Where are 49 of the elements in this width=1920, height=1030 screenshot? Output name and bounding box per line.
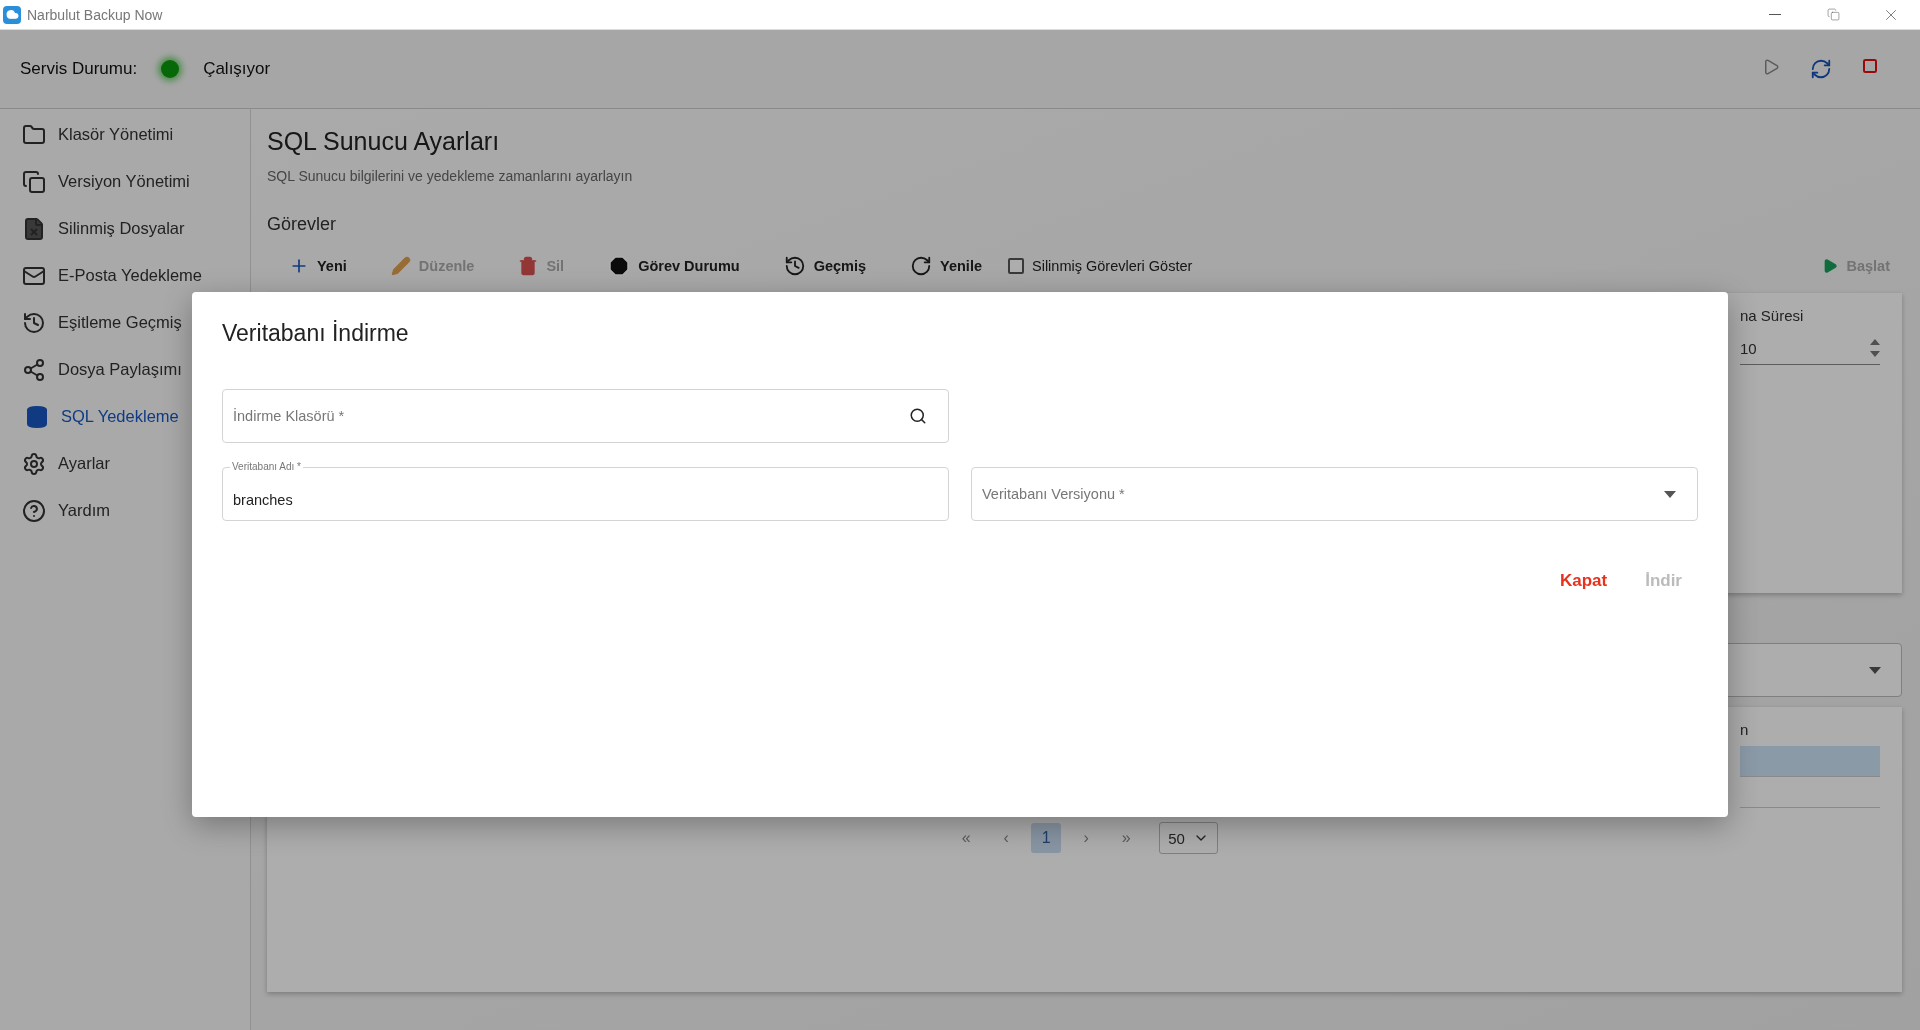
alert-icon <box>608 255 631 277</box>
column-header: n <box>1740 720 1750 740</box>
copy-icon <box>22 169 46 194</box>
table-row[interactable] <box>1740 746 1880 777</box>
help-icon <box>22 498 46 523</box>
caret-icon <box>1664 491 1676 498</box>
database-icon <box>25 404 49 429</box>
page-size-select[interactable]: 50 <box>1159 822 1218 854</box>
sidebar-item[interactable]: E-Posta Yedekleme <box>0 252 250 299</box>
pencil-icon <box>390 256 411 276</box>
column-header: na Süresi <box>1740 306 1805 326</box>
status-button[interactable]: Görev Durumu <box>586 251 752 281</box>
restore-icon <box>1826 8 1840 21</box>
app-logo-icon <box>3 5 21 24</box>
share-icon <box>22 357 46 382</box>
close-button[interactable]: Kapat <box>1553 565 1614 597</box>
show-deleted-checkbox[interactable]: Silinmiş Görevleri Göster <box>1008 258 1193 274</box>
add-button[interactable]: Yeni <box>267 252 359 280</box>
page-title: SQL Sunucu Ayarları <box>267 127 501 156</box>
history-icon <box>783 255 806 277</box>
settings-icon <box>22 451 46 476</box>
folder-icon <box>22 122 46 147</box>
play-icon <box>1822 258 1839 274</box>
number-field[interactable]: 10 <box>1740 332 1880 365</box>
sidebar-item[interactable]: Silinmiş Dosyalar <box>0 205 250 252</box>
history-button[interactable]: Geçmiş <box>761 251 879 281</box>
refresh-icon <box>1810 58 1832 80</box>
search-icon[interactable] <box>909 407 927 425</box>
dialog-title: Veritabanı İndirme <box>222 320 410 347</box>
service-status-value: Çalışıyor <box>203 59 271 79</box>
spinner-icon <box>1870 338 1880 358</box>
window-title: Narbulut Backup Now <box>27 6 163 23</box>
stop-icon <box>1862 58 1878 74</box>
sidebar-item[interactable]: Klasör Yönetimi <box>0 111 250 158</box>
sidebar-item[interactable]: Versiyon Yönetimi <box>0 158 250 205</box>
service-status-label: Servis Durumu: <box>20 59 138 79</box>
caret-icon <box>1869 666 1881 674</box>
refresh-button[interactable]: Yenile <box>888 251 994 281</box>
folder-field[interactable]: İndirme Klasörü * <box>222 389 949 443</box>
refresh-icon <box>910 255 933 277</box>
play-icon <box>1762 58 1780 76</box>
minimize-icon <box>1769 14 1781 15</box>
trash-icon <box>518 256 539 276</box>
page-subtitle: SQL Sunucu bilgilerini ve yedekleme zamanlarını ayarlayın <box>267 168 634 184</box>
version-select[interactable]: Veritabanı Versiyonu * <box>971 467 1698 521</box>
section-heading: Görevler <box>267 214 338 235</box>
history-icon <box>22 310 46 335</box>
file-x-icon <box>22 216 46 241</box>
field-label: Veritabanı Adı * <box>230 461 303 473</box>
